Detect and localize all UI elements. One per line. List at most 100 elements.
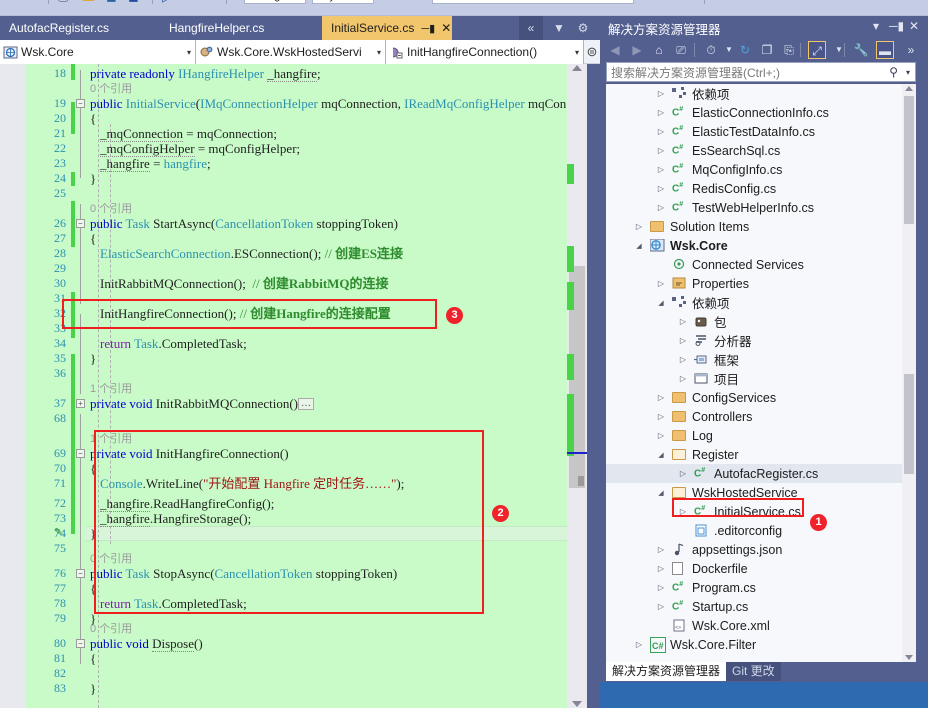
chevron-down-icon[interactable]: ▼ xyxy=(830,41,848,59)
chevron-collapsed-icon[interactable]: ▷ xyxy=(656,184,666,193)
search-input[interactable]: 搜索解决方案资源管理器(Ctrl+;) xyxy=(611,64,780,81)
chevron-collapsed-icon[interactable]: ▷ xyxy=(656,279,666,288)
collapse-region-icon[interactable]: − xyxy=(76,639,85,648)
tree-row[interactable]: ▷ 包 xyxy=(606,312,916,331)
history-icon[interactable]: ⏱ xyxy=(702,41,720,59)
scrollbar-thumb-lower[interactable] xyxy=(904,374,914,474)
solution-explorer-toolbar[interactable]: ◀ ▶ ⌂ ⎚ ⏱ ▼ ↻ ❐ ⎘ ⤢ ▼ 🔧 ▬ » xyxy=(600,38,928,62)
search-icon[interactable]: ⚲ xyxy=(889,65,898,79)
pending-changes-icon[interactable]: ⎚ xyxy=(672,41,690,59)
chevron-collapsed-icon[interactable]: ▷ xyxy=(656,412,666,421)
tree-row[interactable]: ▷ C# MqConfigInfo.cs xyxy=(606,160,916,179)
expand-region-icon[interactable]: + xyxy=(76,399,85,408)
tree-row[interactable]: ▷ C# AutofacRegister.cs xyxy=(606,464,916,483)
live-share-icon[interactable]: ↗ xyxy=(810,0,819,1)
tab-settings-icon[interactable]: ⚙ xyxy=(572,16,594,40)
attach-dropdown-icon[interactable]: ▼ xyxy=(640,0,651,1)
tree-scrollbar[interactable] xyxy=(902,84,916,662)
tree-row[interactable]: ▷ Properties xyxy=(606,274,916,293)
navbar-type-combo[interactable]: Wsk.Core.WskHostedServi ▾ xyxy=(196,40,386,64)
live-share-label[interactable]: Live Share xyxy=(828,0,881,2)
code-line-26[interactable]: public Task StartAsync(CancellationToken… xyxy=(90,216,398,231)
solution-explorer-panel[interactable]: 解决方案资源管理器 ▾ ─▮ ✕ ◀ ▶ ⌂ ⎚ ⏱ ▼ ↻ ❐ ⎘ ⤢ ▼ 🔧… xyxy=(600,16,928,708)
code-line-19[interactable]: public InitialService(IMqConnectionHelpe… xyxy=(90,96,566,111)
tree-row[interactable]: ◢ 依赖项 xyxy=(606,293,916,312)
chevron-collapsed-icon[interactable]: ▷ xyxy=(678,355,688,364)
collapse-region-icon[interactable]: − xyxy=(76,219,85,228)
tree-row[interactable]: <> Wsk.Core.xml xyxy=(606,616,916,635)
code-line-34[interactable]: return Task.CompletedTask; xyxy=(100,336,247,351)
tree-row[interactable]: ▷ Dockerfile xyxy=(606,559,916,578)
code-line-23[interactable]: _hangfire = hangfire; xyxy=(100,156,211,172)
tree-row[interactable]: ▷ C# Startup.cs xyxy=(606,597,916,616)
chevron-collapsed-icon[interactable]: ▷ xyxy=(678,336,688,345)
panel-bottom-tabs[interactable]: 解决方案资源管理器 Git 更改 xyxy=(600,662,928,682)
code-line-20[interactable]: { xyxy=(90,111,96,126)
chevron-expanded-icon[interactable]: ◢ xyxy=(656,451,666,459)
chevron-collapsed-icon[interactable]: ▷ xyxy=(678,469,688,478)
code-line-28[interactable]: ElasticSearchConnection.ESConnection(); … xyxy=(100,246,403,261)
tab-hangfire-helper[interactable]: HangfireHelper.cs xyxy=(160,16,318,40)
refresh-icon[interactable]: ↻ xyxy=(736,41,754,59)
tree-row[interactable]: Connected Services xyxy=(606,255,916,274)
chevron-collapsed-icon[interactable]: ▷ xyxy=(656,146,666,155)
chevron-collapsed-icon[interactable]: ▷ xyxy=(634,640,644,649)
overflow-icon[interactable]: » xyxy=(902,41,920,59)
list-icon[interactable]: ≡ xyxy=(686,0,692,1)
tree-row[interactable]: ▷ C# EsSearchSql.cs xyxy=(606,141,916,160)
tree-row[interactable]: .editorconfig xyxy=(606,521,916,540)
tree-row[interactable]: ▷ 项目 xyxy=(606,369,916,388)
code-line-37[interactable]: private void InitRabbitMQConnection()… xyxy=(90,396,314,411)
chevron-collapsed-icon[interactable]: ▷ xyxy=(634,222,644,231)
chevron-down-icon[interactable]: ▾ xyxy=(377,48,381,57)
chevron-expanded-icon[interactable]: ◢ xyxy=(634,242,644,250)
tree-row[interactable]: ▷ C# ElasticConnectionInfo.cs xyxy=(606,103,916,122)
close-window-icon[interactable]: ✕ xyxy=(904,0,915,3)
tree-row[interactable]: ▷ Solution Items xyxy=(606,217,916,236)
chevron-collapsed-icon[interactable]: ▷ xyxy=(678,374,688,383)
scrollbar-thumb[interactable] xyxy=(904,96,914,224)
collapse-all-icon[interactable]: ❐ xyxy=(758,41,776,59)
chevron-collapsed-icon[interactable]: ▷ xyxy=(656,203,666,212)
tree-row[interactable]: ▷ C# Program.cs xyxy=(606,578,916,597)
tab-git-changes[interactable]: Git 更改 xyxy=(726,662,781,681)
code-line-83[interactable]: } xyxy=(90,681,96,696)
tree-row[interactable]: ▷ 分析器 xyxy=(606,331,916,350)
view-code-icon[interactable]: ⤢ xyxy=(808,41,826,59)
chevron-collapsed-icon[interactable]: ▷ xyxy=(656,89,666,98)
tree-row[interactable]: ▷ C# TestWebHelperInfo.cs xyxy=(606,198,916,217)
codelens-reference[interactable]: 1 个引用 xyxy=(90,382,132,396)
window-layout-icon[interactable]: ⎕ xyxy=(664,0,671,1)
tree-row[interactable]: ▷ 框架 xyxy=(606,350,916,369)
configuration-combo[interactable]: Debug xyxy=(244,0,306,4)
navbar-project-combo[interactable]: Wsk.Core ▾ xyxy=(0,40,196,64)
chevron-collapsed-icon[interactable]: ▷ xyxy=(656,564,666,573)
chevron-down-icon[interactable]: ▾ xyxy=(187,48,191,57)
chevron-collapsed-icon[interactable]: ▷ xyxy=(656,127,666,136)
show-all-files-icon[interactable]: ⎘ xyxy=(780,41,798,59)
editor-navigation-bar[interactable]: Wsk.Core ▾ Wsk.Core.WskHostedServi ▾ Ini… xyxy=(0,40,600,64)
code-line-24[interactable]: } xyxy=(90,171,96,186)
chevron-collapsed-icon[interactable]: ▷ xyxy=(656,583,666,592)
platform-combo[interactable]: Any CPU xyxy=(312,0,374,4)
tab-overflow-button[interactable]: « xyxy=(519,16,543,40)
search-solution-explorer[interactable]: 搜索解决方案资源管理器(Ctrl+;) ⚲ ▾ xyxy=(606,62,916,82)
properties-icon[interactable]: 🔧 xyxy=(852,41,870,59)
code-line-35[interactable]: } xyxy=(90,351,96,366)
tree-row[interactable]: ▷ Controllers xyxy=(606,407,916,426)
tree-row[interactable]: ▷ C# ElasticTestDataInfo.cs xyxy=(606,122,916,141)
chevron-collapsed-icon[interactable]: ▷ xyxy=(656,165,666,174)
save-icon[interactable]: ◼ xyxy=(106,0,117,3)
save-all-icon[interactable]: ◼ xyxy=(128,0,139,3)
code-editor[interactable]: 18 19 20 21 22 23 24 25 26 27 28 29 30 3… xyxy=(0,64,600,708)
codelens-reference[interactable]: 0 个引用 xyxy=(90,622,132,636)
codelens-reference[interactable]: 0 个引用 xyxy=(90,82,132,96)
code-line-81[interactable]: { xyxy=(90,651,96,666)
tree-row[interactable]: ▷ Log xyxy=(606,426,916,445)
tree-row[interactable]: ▷ appsettings.json xyxy=(606,540,916,559)
solution-tree[interactable]: ▷ 依赖项 ▷ C# ElasticConnectionInfo.cs ▷ C# Elasti… xyxy=(606,84,916,662)
close-panel-icon[interactable]: ✕ xyxy=(906,19,922,33)
tree-row[interactable]: ◢ Wsk.Core xyxy=(606,236,916,255)
new-file-icon[interactable]: ⎙ xyxy=(58,0,68,3)
panel-dropdown-icon[interactable]: ▾ xyxy=(868,19,884,33)
